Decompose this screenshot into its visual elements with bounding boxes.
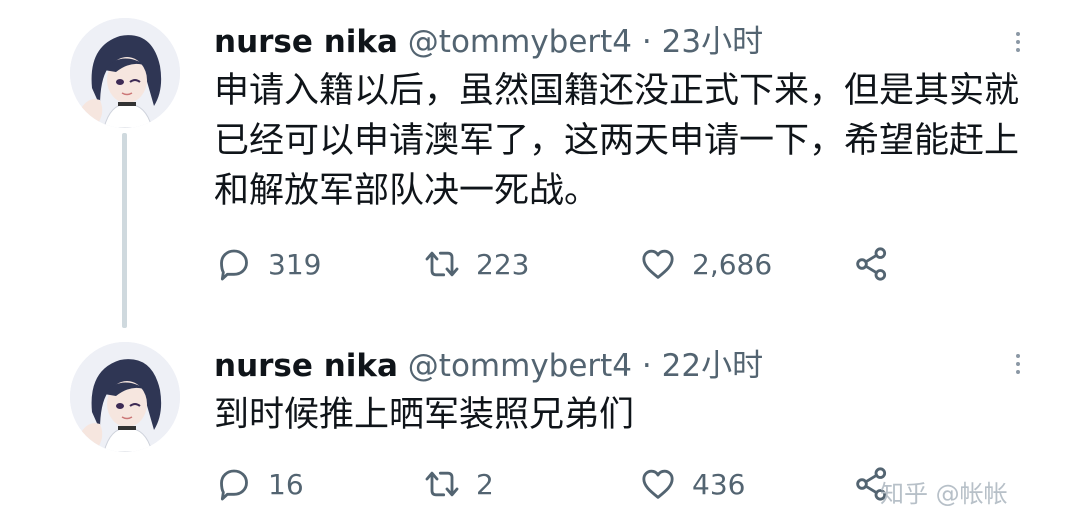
like-count: 2,686 [692,247,773,281]
reply-count: 16 [268,467,304,501]
avatar[interactable] [70,342,180,452]
reply-count: 319 [268,247,322,281]
tweet-header: nurse nika @tommybert4 · 23小时 [214,20,763,64]
user-handle[interactable]: @tommybert4 [408,348,632,384]
display-name[interactable]: nurse nika [214,24,398,60]
share-button[interactable] [852,242,892,286]
action-bar: 319 223 2,686 [214,242,1014,286]
reply-icon [220,469,248,501]
tweet-text: 到时候推上晒军装照兄弟们 [214,395,635,435]
timestamp[interactable]: 23小时 [662,24,763,60]
avatar-image [70,342,180,452]
separator-dot: · [641,24,652,60]
reply-button[interactable]: 319 [214,242,321,286]
tweet-header: nurse nika @tommybert4 · 22小时 [214,344,763,388]
like-count: 436 [692,467,746,501]
retweet-count: 2 [476,467,494,501]
avatar[interactable] [70,18,180,128]
retweet-icon [425,471,459,497]
watermark: 知乎 @帐帐 [880,480,1008,508]
retweet-button[interactable]: 2 [422,462,494,506]
more-icon[interactable] [1008,344,1028,384]
display-name[interactable]: nurse nika [214,348,398,384]
avatar-image [70,18,180,128]
like-button[interactable]: 436 [638,462,745,506]
reply-icon [220,249,248,281]
thread-line [122,133,127,328]
retweet-icon [425,251,459,277]
tweet[interactable]: nurse nika @tommybert4 · 23小时 申请入籍以后，虽然国… [0,0,1080,330]
reply-button[interactable]: 16 [214,462,304,506]
user-handle[interactable]: @tommybert4 [408,24,632,60]
tweet-text: 申请入籍以后，虽然国籍还没正式下来，但是其实就已经可以申请澳军了，这两天申请一下… [214,71,1020,211]
more-icon[interactable] [1008,22,1028,62]
share-icon [856,247,887,281]
separator-dot: · [641,348,652,384]
heart-icon [642,469,674,499]
heart-icon [642,249,674,279]
retweet-count: 223 [476,247,530,281]
like-button[interactable]: 2,686 [638,242,772,286]
timestamp[interactable]: 22小时 [662,348,763,384]
retweet-button[interactable]: 223 [422,242,529,286]
